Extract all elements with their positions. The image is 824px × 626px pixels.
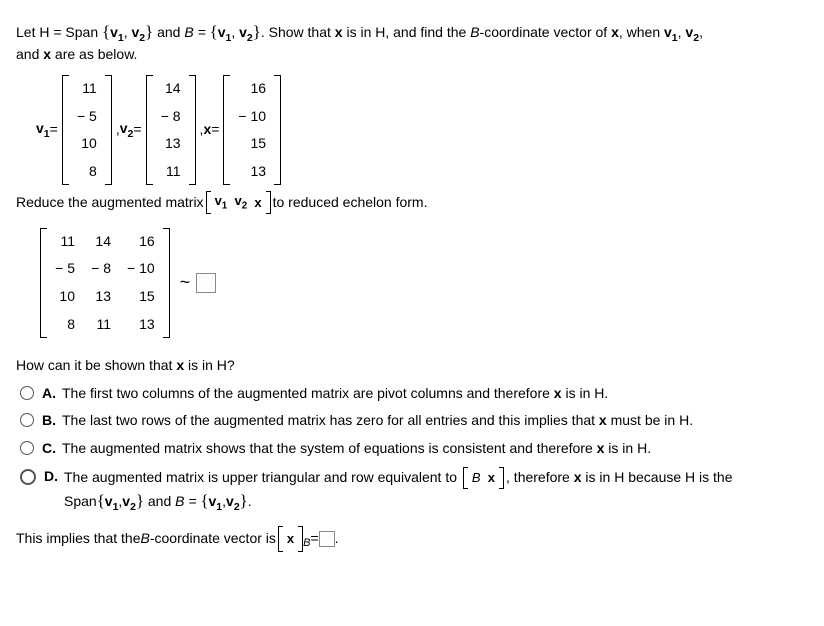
choice-c-label: C. bbox=[42, 439, 62, 459]
x-sub-b-bracket: x bbox=[278, 526, 303, 551]
v2-vector: 14− 81311 bbox=[146, 75, 196, 185]
choice-b-label: B. bbox=[42, 411, 62, 431]
v1-label: v1 bbox=[36, 119, 50, 141]
choice-d-text: The augmented matrix is upper triangular… bbox=[64, 467, 808, 515]
augmented-symbol: v1 v2 x bbox=[206, 191, 271, 213]
answer-box-matrix[interactable] bbox=[196, 273, 216, 293]
choice-d-label: D. bbox=[44, 467, 64, 487]
bx-bracket: B x bbox=[463, 467, 504, 489]
problem-statement: Let H = Span {v1, v2} and B = {v1, v2}. … bbox=[16, 20, 808, 65]
answer-box-vector[interactable] bbox=[319, 531, 335, 547]
brace-close-2: } bbox=[253, 22, 261, 41]
tilde-symbol: ~ bbox=[180, 270, 191, 295]
choices-group: A. The first two columns of the augmente… bbox=[20, 384, 808, 515]
intro-text: Let H = Span bbox=[16, 24, 102, 40]
choice-c[interactable]: C. The augmented matrix shows that the s… bbox=[20, 439, 808, 459]
augmented-matrix-row: 111416 − 5− 8− 10 101315 81113 ~ bbox=[36, 226, 808, 340]
choice-b-text: The last two rows of the augmented matri… bbox=[62, 411, 808, 431]
radio-a[interactable] bbox=[20, 386, 34, 400]
brace-open-2: { bbox=[210, 22, 218, 41]
reduce-instruction: Reduce the augmented matrix v1 v2 x to r… bbox=[16, 191, 808, 213]
v2-label: v2 bbox=[120, 119, 134, 141]
radio-c[interactable] bbox=[20, 441, 34, 455]
augmented-matrix: 111416 − 5− 8− 10 101315 81113 bbox=[40, 228, 170, 338]
choice-b[interactable]: B. The last two rows of the augmented ma… bbox=[20, 411, 808, 431]
v1-vector: 11− 5108 bbox=[62, 75, 112, 185]
x-symbol: x bbox=[335, 24, 343, 40]
brace-close-1: } bbox=[145, 22, 153, 41]
choice-a[interactable]: A. The first two columns of the augmente… bbox=[20, 384, 808, 404]
question-text: How can it be shown that x is in H? bbox=[16, 356, 808, 376]
choice-c-text: The augmented matrix shows that the syst… bbox=[62, 439, 808, 459]
final-statement: This implies that the B-coordinate vecto… bbox=[16, 526, 808, 551]
radio-b[interactable] bbox=[20, 413, 34, 427]
x-vector: 16− 101513 bbox=[223, 75, 281, 185]
x-label: x bbox=[203, 120, 211, 140]
v1-symbol: v1 bbox=[110, 24, 124, 40]
choice-a-label: A. bbox=[42, 384, 62, 404]
vectors-definition: v1 = 11− 5108 , v2 = 14− 81311 , x = 16−… bbox=[36, 73, 808, 187]
v2-symbol: v2 bbox=[132, 24, 146, 40]
radio-d[interactable] bbox=[20, 469, 36, 485]
subscript-b: B bbox=[303, 536, 310, 551]
brace-open-1: { bbox=[102, 22, 110, 41]
choice-d[interactable]: D. The augmented matrix is upper triangu… bbox=[20, 467, 808, 515]
choice-a-text: The first two columns of the augmented m… bbox=[62, 384, 808, 404]
